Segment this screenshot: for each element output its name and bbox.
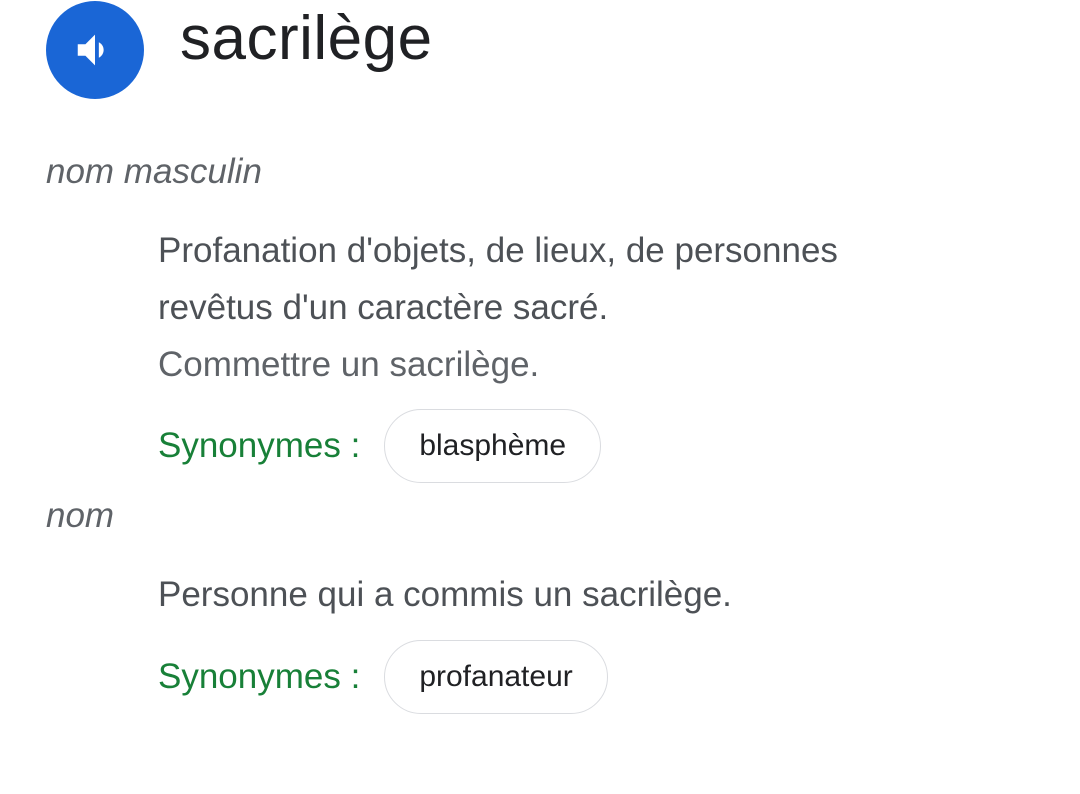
synonym-chip[interactable]: profanateur bbox=[384, 640, 608, 714]
definition-text: Personne qui a commis un sacrilège. bbox=[158, 575, 732, 614]
synonym-chip[interactable]: blasphème bbox=[384, 409, 602, 483]
part-of-speech: nom bbox=[46, 496, 115, 535]
synonyms-row: Synonymes : blasphème bbox=[158, 409, 602, 483]
headword: sacrilège bbox=[180, 4, 433, 73]
part-of-speech: nom masculin bbox=[46, 152, 262, 191]
entry-header bbox=[46, 0, 144, 100]
example-sentence: Commettre un sacrilège. bbox=[158, 345, 540, 384]
synonyms-label: Synonymes : bbox=[158, 426, 361, 465]
definition-text: Profanation d'objets, de lieux, de perso… bbox=[158, 231, 838, 327]
pronunciation-button[interactable] bbox=[46, 1, 144, 99]
volume-up-icon bbox=[77, 34, 104, 66]
synonyms-label: Synonymes : bbox=[158, 657, 361, 696]
synonyms-row: Synonymes : profanateur bbox=[158, 640, 608, 714]
